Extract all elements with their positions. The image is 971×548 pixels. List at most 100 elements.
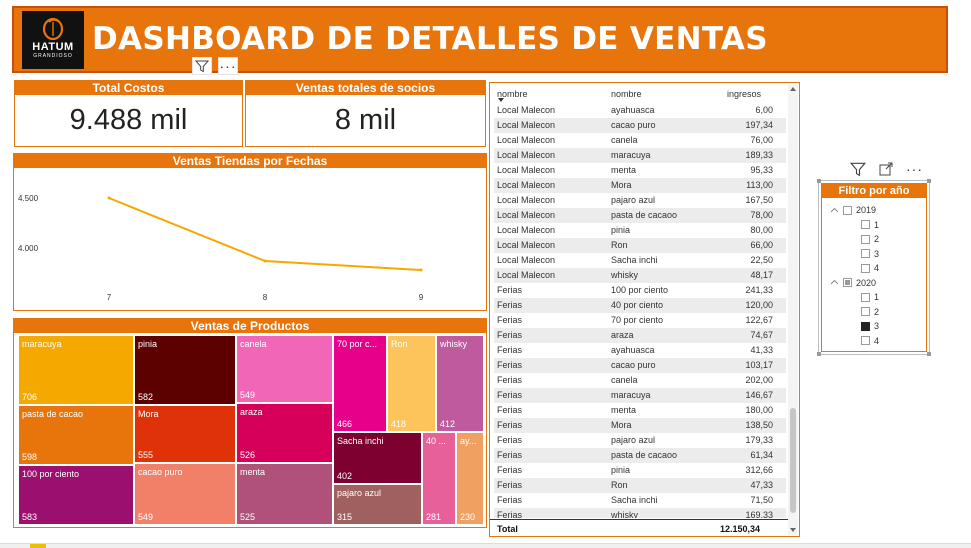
table-row[interactable]: Local Malecon Mora 113,00 xyxy=(494,178,786,193)
checkbox[interactable] xyxy=(843,205,852,215)
data-point[interactable] xyxy=(263,259,267,263)
table-row[interactable]: Ferias 70 por ciento 122,67 xyxy=(494,313,786,328)
more-options-button[interactable]: ··· xyxy=(218,57,238,75)
slicer-quarter-item[interactable]: 1 xyxy=(861,220,879,230)
treemap-tile[interactable]: pajaro azul 315 xyxy=(333,484,422,525)
treemap-tile[interactable]: Sacha inchi 402 xyxy=(333,432,422,484)
table-row[interactable]: Local Malecon pasta de cacaoo 78,00 xyxy=(494,208,786,223)
checkbox[interactable] xyxy=(861,220,870,229)
table-row[interactable]: Local Malecon pinia 80,00 xyxy=(494,223,786,238)
slicer-quarter-item[interactable]: 2 xyxy=(861,234,879,244)
slicer-quarter-item[interactable]: 1 xyxy=(861,292,879,302)
treemap-tile[interactable]: Mora 555 xyxy=(134,405,236,463)
checkbox[interactable] xyxy=(861,321,870,331)
table-row[interactable]: Ferias pinia 312,66 xyxy=(494,463,786,478)
slicer-quarter-item[interactable]: 4 xyxy=(861,336,879,346)
column-header[interactable]: nombre xyxy=(611,89,642,99)
checkbox[interactable] xyxy=(861,292,870,302)
checkbox[interactable] xyxy=(861,307,870,316)
kpi-card-total-costos[interactable]: Total Costos 9.488 mil xyxy=(14,80,243,147)
table-row[interactable]: Ferias Mora 138,50 xyxy=(494,418,786,433)
slicer-quarter-item[interactable]: 3 xyxy=(861,321,879,331)
table-row[interactable]: Ferias pasta de cacaoo 61,34 xyxy=(494,448,786,463)
treemap-tile[interactable]: cacao puro 549 xyxy=(134,463,236,525)
checkbox[interactable] xyxy=(861,336,870,345)
filter-icon[interactable] xyxy=(850,161,866,177)
table-row[interactable]: Local Malecon cacao puro 197,34 xyxy=(494,118,786,133)
checkbox[interactable] xyxy=(861,263,870,273)
treemap-tile[interactable]: 70 por c... 466 xyxy=(333,335,387,432)
table-row[interactable]: Ferias Ron 47,33 xyxy=(494,478,786,493)
slicer-year-2020[interactable]: 2020 xyxy=(830,278,876,288)
logo-name: HATUM xyxy=(32,41,74,53)
checkbox[interactable] xyxy=(861,249,870,258)
treemap-tile-label: canela xyxy=(240,339,267,349)
data-point[interactable] xyxy=(107,196,111,200)
treemap-tile-label: maracuya xyxy=(22,339,62,349)
table-row[interactable]: Local Malecon whisky 48,17 xyxy=(494,268,786,283)
table-row[interactable]: Ferias Sacha inchi 71,50 xyxy=(494,493,786,508)
treemap-tile[interactable]: pasta de cacao 598 xyxy=(18,405,134,465)
treemap-tile[interactable]: whisky 412 xyxy=(436,335,484,432)
table-row[interactable]: Ferias maracuya 146,67 xyxy=(494,388,786,403)
treemap-tile[interactable]: maracuya 706 xyxy=(18,335,134,405)
treemap-tile-value: 526 xyxy=(240,450,256,460)
table-row[interactable]: Local Malecon maracuya 189,33 xyxy=(494,148,786,163)
treemap-tile-value: 582 xyxy=(138,392,154,402)
table-row[interactable]: Local Malecon canela 76,00 xyxy=(494,133,786,148)
treemap-tile[interactable]: araza 526 xyxy=(236,403,333,463)
table-row[interactable]: Ferias pajaro azul 179,33 xyxy=(494,433,786,448)
table-row[interactable]: Local Malecon Ron 66,00 xyxy=(494,238,786,253)
chevron-up-icon[interactable] xyxy=(830,206,839,215)
treemap-tile[interactable]: pinia 582 xyxy=(134,335,236,405)
line-chart-card[interactable]: Ventas Tiendas por Fechas 4.500 4.000 7 8 9 xyxy=(13,153,487,311)
checkbox[interactable] xyxy=(861,234,870,244)
column-header[interactable]: ingresos xyxy=(727,89,761,99)
more-options-icon[interactable]: ··· xyxy=(906,162,923,176)
treemap-tile[interactable]: 100 por ciento 583 xyxy=(18,465,134,525)
series-line[interactable] xyxy=(108,197,422,271)
table-scrollbar[interactable] xyxy=(788,85,798,535)
slicer-quarter-item[interactable]: 2 xyxy=(861,307,879,317)
table-cell: Local Malecon xyxy=(497,255,556,265)
year-slicer[interactable]: Filtro por año 2019 1 2 3 4 2020 1 2 3 4 xyxy=(817,179,931,356)
scroll-thumb[interactable] xyxy=(790,408,796,513)
slicer-quarter-item[interactable]: 3 xyxy=(861,249,879,259)
treemap-tile[interactable]: ay... 230 xyxy=(456,432,484,525)
scroll-up-icon[interactable] xyxy=(790,87,796,91)
scroll-down-icon[interactable] xyxy=(790,528,796,532)
data-point[interactable] xyxy=(419,268,423,272)
resize-handle[interactable] xyxy=(927,352,931,356)
treemap-tile[interactable]: menta 525 xyxy=(236,463,333,525)
treemap-tile[interactable]: canela 549 xyxy=(236,335,333,403)
table-row[interactable]: Local Malecon pajaro azul 167,50 xyxy=(494,193,786,208)
slicer-body: Filtro por año 2019 1 2 3 4 2020 1 2 3 4 xyxy=(821,183,927,352)
treemap-tile[interactable]: 40 ... 281 xyxy=(422,432,456,525)
focus-mode-icon[interactable] xyxy=(878,161,894,177)
kpi-card-ventas-socios[interactable]: Ventas totales de socios 8 mil xyxy=(245,80,486,147)
slicer-year-2019[interactable]: 2019 xyxy=(830,205,876,215)
resize-handle[interactable] xyxy=(927,179,931,183)
table-row[interactable]: Ferias whisky 169,33 xyxy=(494,508,786,518)
table-row[interactable]: Local Malecon Sacha inchi 22,50 xyxy=(494,253,786,268)
table-row[interactable]: Ferias araza 74,67 xyxy=(494,328,786,343)
table-row[interactable]: Ferias menta 180,00 xyxy=(494,403,786,418)
resize-handle[interactable] xyxy=(817,352,821,356)
table-row[interactable]: Ferias canela 202,00 xyxy=(494,373,786,388)
filter-icon xyxy=(195,60,209,73)
sales-table[interactable]: nombre nombre ingresos Local Malecon ayah… xyxy=(489,82,800,537)
slicer-quarter-item[interactable]: 4 xyxy=(861,263,879,273)
treemap-tile[interactable]: Ron 418 xyxy=(387,335,436,432)
table-row[interactable]: Ferias 100 por ciento 241,33 xyxy=(494,283,786,298)
table-row[interactable]: Ferias 40 por ciento 120,00 xyxy=(494,298,786,313)
table-row[interactable]: Local Malecon ayahuasca 6,00 xyxy=(494,103,786,118)
chevron-up-icon[interactable] xyxy=(830,278,839,287)
y-tick-label: 4.000 xyxy=(18,244,39,253)
checkbox[interactable] xyxy=(843,278,852,287)
filter-button[interactable] xyxy=(192,57,212,75)
treemap-card[interactable]: Ventas de Productos maracuya 706 pasta de … xyxy=(13,318,487,528)
table-row[interactable]: Local Malecon menta 95,33 xyxy=(494,163,786,178)
page-tab-indicator[interactable] xyxy=(30,544,46,548)
table-row[interactable]: Ferias cacao puro 103,17 xyxy=(494,358,786,373)
table-row[interactable]: Ferias ayahuasca 41,33 xyxy=(494,343,786,358)
